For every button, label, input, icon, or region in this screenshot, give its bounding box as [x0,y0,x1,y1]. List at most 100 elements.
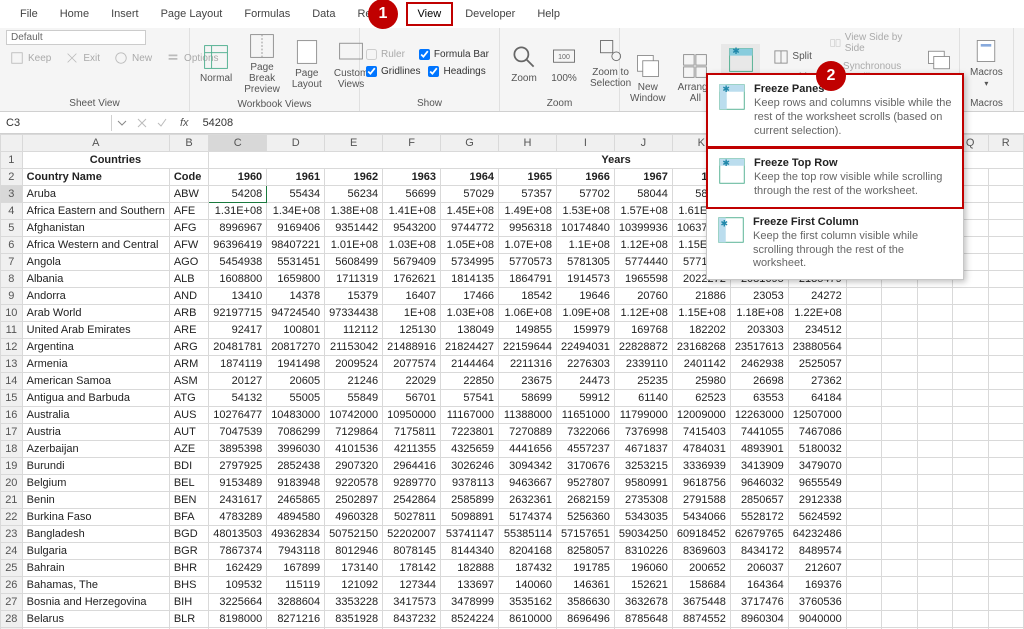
cell-value[interactable]: 8489574 [788,543,846,560]
cell-country-name[interactable]: Afghanistan [22,220,169,237]
cell-value[interactable]: 1.57E+08 [614,203,672,220]
cell-value[interactable]: 57702 [556,186,614,203]
cell-value[interactable]: 8960304 [730,611,788,628]
cell-value[interactable]: 8524224 [441,611,499,628]
col-header-A[interactable]: A [22,135,169,152]
row-header-21[interactable]: 21 [1,492,23,509]
cell-value[interactable]: 3353228 [325,594,383,611]
cell-value[interactable]: 1814135 [441,271,499,288]
cell-value[interactable]: 2964416 [383,458,441,475]
cell-value[interactable]: 23675 [499,373,557,390]
cell-value[interactable]: 152621 [614,577,672,594]
cell-country-code[interactable]: BHS [169,577,208,594]
cell-value[interactable]: 9220578 [325,475,383,492]
cell-value[interactable]: 18542 [499,288,557,305]
cell-value[interactable]: 191785 [556,560,614,577]
cell-value[interactable]: 1.03E+08 [441,305,499,322]
cell-value[interactable]: 22828872 [614,339,672,356]
cell-value[interactable]: 97334438 [325,305,383,322]
cell-country-name[interactable]: Azerbaijan [22,441,169,458]
cell-value[interactable]: 9040000 [788,611,846,628]
cell-value[interactable]: 8258057 [556,543,614,560]
cell-country-code[interactable]: AFG [169,220,208,237]
cell-value[interactable]: 1.1E+08 [556,237,614,254]
cell-value[interactable]: 96396419 [209,237,267,254]
row-header-28[interactable]: 28 [1,611,23,628]
cell-country-code[interactable]: BDI [169,458,208,475]
cell-country-name[interactable]: Belarus [22,611,169,628]
cell-value[interactable]: 138049 [441,322,499,339]
cell-value[interactable]: 4211355 [383,441,441,458]
cell-value[interactable]: 1864791 [499,271,557,288]
cell-value[interactable]: 2907320 [325,458,383,475]
cell-country-code[interactable]: AZE [169,441,208,458]
row-header-12[interactable]: 12 [1,339,23,356]
cell-value[interactable]: 57541 [441,390,499,407]
cell-value[interactable]: 57157651 [556,526,614,543]
cell-country-code[interactable]: BGR [169,543,208,560]
gridlines-checkbox[interactable]: Gridlines [366,66,420,77]
cell-country-name[interactable]: Aruba [22,186,169,203]
cell-value[interactable]: 7086299 [267,424,325,441]
cell-value[interactable]: 7047539 [209,424,267,441]
cell-value[interactable]: 5781305 [556,254,614,271]
cell-country-name[interactable]: Bosnia and Herzegovina [22,594,169,611]
zoom-button[interactable]: Zoom [506,41,542,86]
cell-value[interactable]: 3225664 [209,594,267,611]
cell-country-code[interactable]: BHR [169,560,208,577]
cell-header-1965[interactable]: 1965 [499,169,557,186]
cell-value[interactable]: 21824427 [441,339,499,356]
row-header-7[interactable]: 7 [1,254,23,271]
cell-value[interactable]: 167899 [267,560,325,577]
cell-value[interactable]: 22029 [383,373,441,390]
cell-value[interactable]: 56701 [383,390,441,407]
cell-value[interactable]: 1.05E+08 [441,237,499,254]
row-header-11[interactable]: 11 [1,322,23,339]
cell-value[interactable]: 4441656 [499,441,557,458]
page-break-preview-button[interactable]: Page Break Preview [240,30,284,97]
row-header-25[interactable]: 25 [1,560,23,577]
cell-value[interactable]: 5434066 [672,509,730,526]
cell-value[interactable]: 23880564 [788,339,846,356]
cell-country-code[interactable]: BLR [169,611,208,628]
col-header-R[interactable]: R [988,135,1023,152]
cell-value[interactable]: 59034250 [614,526,672,543]
cell-value[interactable]: 234512 [788,322,846,339]
cell-country-name[interactable]: Bahrain [22,560,169,577]
fx-icon[interactable]: fx [172,117,197,129]
cell-value[interactable]: 7223801 [441,424,499,441]
cell-value[interactable]: 8271216 [267,611,325,628]
cell-country-code[interactable]: ARE [169,322,208,339]
cell-value[interactable]: 52202007 [383,526,441,543]
cell-value[interactable]: 7270889 [499,424,557,441]
cell-value[interactable]: 1.45E+08 [441,203,499,220]
cell-value[interactable]: 1965598 [614,271,672,288]
cell-value[interactable]: 8610000 [499,611,557,628]
formula-bar-checkbox[interactable]: Formula Bar [419,49,489,60]
cell-value[interactable]: 4557237 [556,441,614,458]
cell-country-code[interactable]: BEN [169,492,208,509]
cell-value[interactable]: 7415403 [672,424,730,441]
cell-value[interactable]: 61140 [614,390,672,407]
cell-value[interactable]: 12507000 [788,407,846,424]
cell-value[interactable]: 162429 [209,560,267,577]
cell-value[interactable]: 9169406 [267,220,325,237]
cell-value[interactable]: 3479070 [788,458,846,475]
cell-value[interactable]: 1.38E+08 [325,203,383,220]
tab-developer[interactable]: Developer [455,4,525,24]
cell-header-1967[interactable]: 1967 [614,169,672,186]
cell-value[interactable]: 55849 [325,390,383,407]
row-header-26[interactable]: 26 [1,577,23,594]
cell-country-name[interactable]: American Samoa [22,373,169,390]
cell-country-name[interactable]: Africa Eastern and Southern [22,203,169,220]
cell-value[interactable]: 2912338 [788,492,846,509]
cell-value[interactable]: 92197715 [209,305,267,322]
tab-home[interactable]: Home [50,4,99,24]
cell-value[interactable]: 56234 [325,186,383,203]
cell-value[interactable]: 50752150 [325,526,383,543]
cell-value[interactable]: 4894580 [267,509,325,526]
cell-value[interactable]: 8198000 [209,611,267,628]
cell-header-1963[interactable]: 1963 [383,169,441,186]
cell-value[interactable]: 2797925 [209,458,267,475]
cell-value[interactable]: 22159644 [499,339,557,356]
